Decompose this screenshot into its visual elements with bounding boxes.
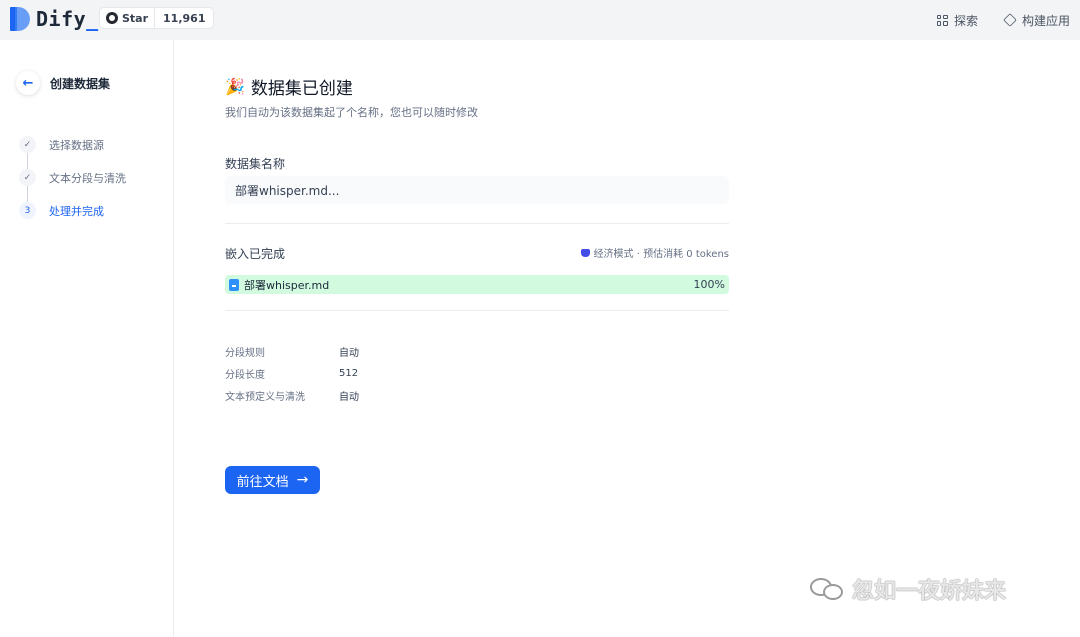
rule-key: 分段长度 bbox=[225, 369, 265, 381]
dify-logo-icon bbox=[10, 7, 30, 31]
file-progress-percent: 100% bbox=[693, 278, 725, 291]
rule-value: 512 bbox=[339, 367, 359, 379]
check-icon: ✓ bbox=[19, 169, 36, 186]
embedding-mode-text: 经济模式 · 预估消耗 0 tokens bbox=[593, 249, 729, 260]
rule-key: 分段规则 bbox=[225, 347, 265, 359]
github-star-label: Star bbox=[122, 11, 149, 25]
watermark-text: 忽如一夜娇妹来 bbox=[852, 579, 1007, 604]
file-progress-row: 部署whisper.md 100% bbox=[225, 275, 729, 294]
cube-icon bbox=[1003, 13, 1017, 27]
step-process-finish: 3 处理并完成 bbox=[19, 202, 126, 219]
rule-value: 自动 bbox=[339, 391, 359, 403]
rule-row: 文本预定义与清洗 自动 bbox=[225, 384, 359, 406]
embedding-status-label: 嵌入已完成 bbox=[225, 247, 286, 261]
rule-row: 分段长度 512 bbox=[225, 362, 359, 384]
step-connector bbox=[27, 153, 28, 169]
go-to-documents-label: 前往文档 bbox=[236, 474, 289, 490]
logo-text: Dify_ bbox=[36, 7, 99, 31]
economy-mode-icon bbox=[580, 248, 590, 257]
wechat-icon bbox=[810, 575, 846, 603]
divider bbox=[225, 310, 729, 311]
step-select-source: ✓ 选择数据源 bbox=[19, 136, 126, 169]
file-name: 部署whisper.md bbox=[244, 278, 330, 292]
step-number: 3 bbox=[19, 202, 36, 219]
sidebar-header: ← 创建数据集 bbox=[16, 71, 110, 95]
sidebar-title: 创建数据集 bbox=[50, 76, 111, 91]
dataset-name-input[interactable]: 部署whisper.md... bbox=[225, 176, 729, 204]
top-nav: 探索 构建应用 bbox=[936, 0, 1070, 40]
arrow-right-icon: → bbox=[296, 472, 309, 488]
sidebar: ← 创建数据集 ✓ 选择数据源 ✓ 文本分段与清洗 3 处理并完成 bbox=[0, 40, 174, 637]
party-popper-icon: 🎉 bbox=[225, 77, 245, 96]
document-icon bbox=[229, 278, 239, 291]
page-subtitle: 我们自动为该数据集起了个名称，您也可以随时修改 bbox=[225, 106, 478, 119]
step-connector bbox=[27, 186, 28, 202]
back-arrow-icon[interactable]: ← bbox=[16, 71, 40, 95]
step-label: 选择数据源 bbox=[49, 138, 104, 152]
rule-key: 文本预定义与清洗 bbox=[225, 391, 305, 403]
nav-build-app[interactable]: 构建应用 bbox=[1003, 12, 1070, 29]
grid-icon bbox=[936, 14, 948, 26]
rule-value: 自动 bbox=[339, 347, 359, 359]
step-list: ✓ 选择数据源 ✓ 文本分段与清洗 3 处理并完成 bbox=[19, 136, 126, 235]
check-icon: ✓ bbox=[19, 136, 36, 153]
step-label: 文本分段与清洗 bbox=[49, 171, 126, 185]
nav-explore[interactable]: 探索 bbox=[936, 12, 978, 29]
page-title: 数据集已创建 bbox=[250, 79, 353, 99]
github-star-count[interactable]: 11,961 bbox=[155, 8, 213, 28]
github-icon bbox=[106, 12, 118, 24]
dataset-name-label: 数据集名称 bbox=[225, 157, 286, 171]
wechat-watermark: 忽如一夜娇妹来 bbox=[810, 573, 1006, 605]
rule-row: 分段规则 自动 bbox=[225, 340, 359, 362]
embedding-mode-info: 经济模式 · 预估消耗 0 tokens bbox=[580, 245, 729, 260]
divider bbox=[225, 223, 729, 224]
dify-logo[interactable]: Dify_ bbox=[10, 7, 99, 31]
github-star-widget[interactable]: Star 11,961 bbox=[99, 7, 215, 29]
segment-rules: 分段规则 自动 分段长度 512 文本预定义与清洗 自动 bbox=[225, 340, 359, 406]
step-segment-clean: ✓ 文本分段与清洗 bbox=[19, 169, 126, 202]
nav-build-app-label: 构建应用 bbox=[1021, 13, 1070, 28]
github-star-button[interactable]: Star bbox=[100, 8, 156, 28]
step-label: 处理并完成 bbox=[49, 204, 104, 218]
nav-explore-label: 探索 bbox=[953, 13, 978, 28]
top-bar: Dify_ Star 11,961 探索 构建应用 bbox=[0, 0, 1080, 40]
go-to-documents-button[interactable]: 前往文档 → bbox=[225, 466, 320, 494]
page-title-row: 🎉 数据集已创建 bbox=[225, 74, 353, 99]
